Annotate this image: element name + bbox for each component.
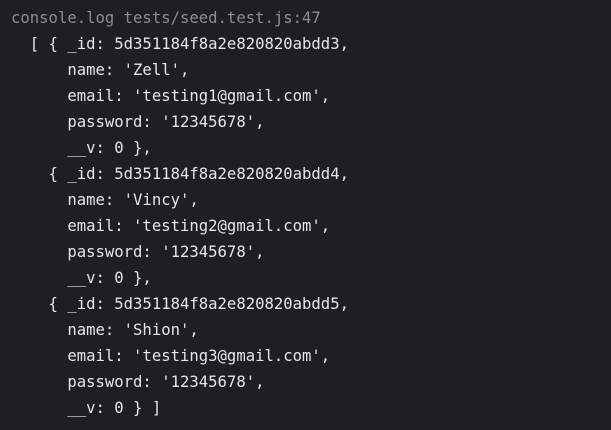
output-line: name: 'Zell', <box>11 61 190 79</box>
terminal-output: console.log tests/seed.test.js:47 [ { _i… <box>0 0 611 430</box>
output-line: name: 'Shion', <box>11 321 199 339</box>
output-line: { _id: 5d351184f8a2e820820abdd4, <box>11 165 349 183</box>
console-log-source: console.log tests/seed.test.js:47 <box>11 9 321 27</box>
output-line: email: 'testing2@gmail.com', <box>11 217 331 235</box>
output-line: email: 'testing1@gmail.com', <box>11 87 331 105</box>
output-line: name: 'Vincy', <box>11 191 199 209</box>
output-line: __v: 0 }, <box>11 139 152 157</box>
output-line: __v: 0 }, <box>11 269 152 287</box>
output-line: email: 'testing3@gmail.com', <box>11 347 331 365</box>
output-line: __v: 0 } ] <box>11 399 162 417</box>
output-line: [ { _id: 5d351184f8a2e820820abdd3, <box>11 35 349 53</box>
output-line: password: '12345678', <box>11 373 265 391</box>
output-line: { _id: 5d351184f8a2e820820abdd5, <box>11 295 349 313</box>
output-line: password: '12345678', <box>11 113 265 131</box>
output-line: password: '12345678', <box>11 243 265 261</box>
